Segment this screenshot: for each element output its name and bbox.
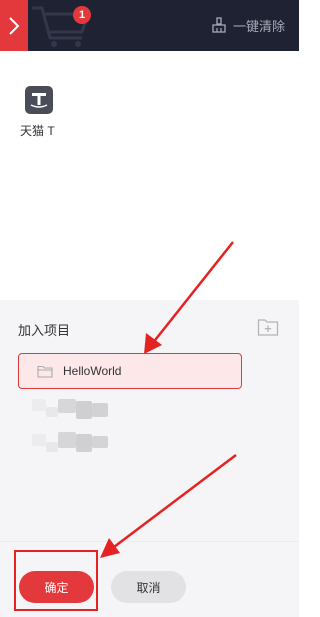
project-item-label: HelloWorld [63,364,122,378]
shop-label: 天猫 T [20,124,55,138]
shop-item-tmall[interactable]: 天猫 T [20,86,80,139]
project-item-selected[interactable]: HelloWorld [18,353,242,389]
tmall-icon [25,86,53,114]
footer-bar: 确定 取消 [0,541,299,617]
broom-icon [212,17,226,33]
add-to-project-panel: 加入项目 HelloWorld [0,300,299,541]
cancel-button[interactable]: 取消 [111,571,186,603]
clear-all-button[interactable]: 一键清除 [211,14,285,36]
top-bar: 1 一键清除 [0,0,299,51]
collapse-panel-button[interactable] [0,0,28,51]
blurred-project-item[interactable] [18,395,242,429]
confirm-button[interactable]: 确定 [19,571,94,603]
folder-plus-icon[interactable] [257,317,279,337]
clear-all-label: 一键清除 [232,18,285,34]
blurred-project-item[interactable] [18,428,242,462]
chevron-right-icon [9,16,20,35]
panel-title: 加入项目 [18,323,71,338]
folder-icon [37,365,53,378]
cart-count-badge: 1 [73,6,91,24]
